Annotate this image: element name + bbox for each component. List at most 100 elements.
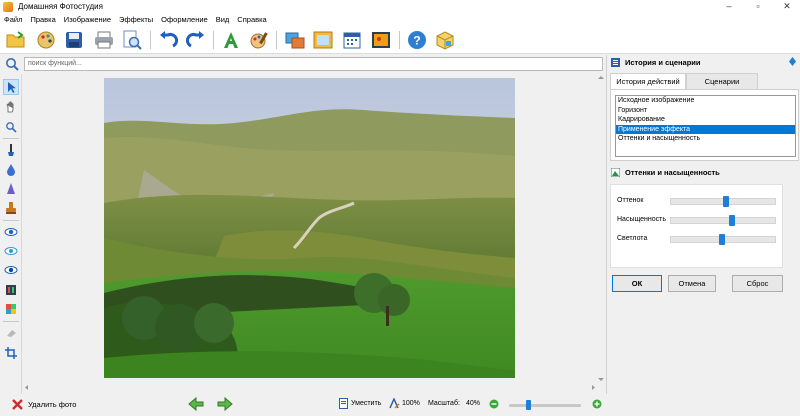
help-icon[interactable]: ? [406,29,428,51]
calendar-icon[interactable] [341,29,363,51]
menu-help[interactable]: Справка [237,15,266,24]
paint-icon[interactable] [248,29,270,51]
search-row: поиск функций... [0,55,605,73]
collage-icon[interactable] [284,29,306,51]
fit-icon[interactable] [339,398,348,411]
crop-tool-icon[interactable] [3,345,19,361]
close-button[interactable]: ✕ [774,0,800,13]
blur-tool-icon[interactable] [3,181,19,197]
menu-design[interactable]: Оформление [161,15,208,24]
history-panel-header: История и сценарии [607,55,800,69]
menu-bar: Файл Правка Изображение Эффекты Оформлен… [0,13,800,25]
delete-photo-button[interactable]: Удалить фото [28,400,76,409]
reset-button[interactable]: Сброс [732,275,783,292]
history-item[interactable]: Оттенки и насыщенность [616,134,795,144]
lightness-slider[interactable] [670,234,776,245]
frame-icon[interactable] [312,29,334,51]
history-item[interactable]: Кадрирование [616,115,795,125]
delete-icon[interactable] [12,399,23,412]
fit-button[interactable]: Уместить [351,400,381,407]
bottom-bar: Удалить фото Уместить 100% Масштаб: 40% [0,394,800,416]
hand-tool-icon[interactable] [3,99,19,115]
redo-icon[interactable] [185,29,207,51]
pointer-tool-icon[interactable] [3,79,19,95]
main-toolbar: ? [0,25,800,54]
redeye-tool-icon[interactable] [3,243,19,259]
zoom-slider[interactable] [509,400,581,410]
adjust-panel-header: Оттенки и насыщенность [607,165,800,179]
drop-tool-icon[interactable] [3,162,19,178]
menu-file[interactable]: Файл [4,15,22,24]
box-icon[interactable] [434,29,456,51]
horizontal-scrollbar[interactable] [23,383,597,392]
tab-scenarios[interactable]: Сценарии [686,73,758,89]
lightness-label: Светлота [617,235,648,242]
history-item[interactable]: Горизонт [616,106,795,116]
pin-icon[interactable] [788,57,797,68]
scale-label: Масштаб: [428,400,460,407]
saturation-slider[interactable] [670,215,776,226]
history-item[interactable]: Применение эффекта [616,124,795,134]
previous-photo-icon[interactable] [188,396,204,413]
open-folder-icon[interactable] [5,29,27,51]
tab-history[interactable]: История действий [610,73,686,90]
adjust-panel-title: Оттенки и насыщенность [625,167,720,177]
hue-saturation-icon [610,167,621,177]
app-icon [3,1,13,12]
hue-slider-row: Оттенок [611,195,784,207]
palette-icon[interactable] [35,29,57,51]
menu-effects[interactable]: Эффекты [119,15,153,24]
menu-view[interactable]: Вид [216,15,230,24]
undo-icon[interactable] [157,29,179,51]
toolbar-separator [213,31,214,49]
toolbar-separator [150,31,151,49]
history-list[interactable]: Исходное изображение Горизонт Кадрирован… [615,95,796,157]
search-input[interactable]: поиск функций... [24,57,603,71]
lightness-slider-row: Светлота [611,233,784,245]
text-icon[interactable] [220,29,242,51]
tool-separator [3,220,19,221]
print-preview-icon[interactable] [121,29,143,51]
toolbar-separator [399,31,400,49]
menu-image[interactable]: Изображение [64,15,111,24]
slider-thumb[interactable] [723,196,729,207]
color-tool-icon[interactable] [3,301,19,317]
search-icon [5,57,19,71]
scale-value: 40% [466,400,481,407]
vertical-scrollbar[interactable] [597,74,605,383]
minimize-button[interactable]: – [716,0,742,13]
brush-tool-icon[interactable] [3,142,19,158]
history-panel-title: История и сценарии [625,57,701,67]
slider-thumb[interactable] [719,234,725,245]
zoom-100-icon[interactable] [389,397,400,411]
postcard-icon[interactable] [370,29,392,51]
photo-canvas[interactable] [104,78,515,378]
eye-color-tool-icon[interactable] [3,262,19,278]
next-photo-icon[interactable] [217,396,233,413]
stamp-tool-icon[interactable] [3,200,19,216]
right-panel: История и сценарии История действий Сцен… [606,55,800,395]
slider-thumb[interactable] [729,215,735,226]
tool-separator [3,321,19,322]
zoom-tool-icon[interactable] [3,119,19,135]
levels-tool-icon[interactable] [3,282,19,298]
hue-slider[interactable] [670,196,776,207]
zoom-slider-thumb[interactable] [525,400,531,410]
eye-tool-icon[interactable] [3,224,19,240]
toolbar-separator [276,31,277,49]
saturation-label: Насыщенность [617,216,667,223]
save-icon[interactable] [63,29,85,51]
eraser-tool-icon[interactable] [3,325,19,341]
title-bar: Домашняя Фотостудия – ▫ ✕ [0,0,800,13]
cancel-button[interactable]: Отмена [668,275,716,292]
zoom-out-icon[interactable] [489,399,499,411]
maximize-button[interactable]: ▫ [745,0,771,13]
menu-edit[interactable]: Правка [30,15,55,24]
ok-button[interactable]: ОК [612,275,662,292]
saturation-slider-row: Насыщенность [611,214,784,226]
print-icon[interactable] [93,29,115,51]
zoom-in-icon[interactable] [592,399,602,411]
zoom-100-button[interactable]: 100% [402,400,420,407]
hue-label: Оттенок [617,197,644,204]
history-item[interactable]: Исходное изображение [616,96,795,106]
